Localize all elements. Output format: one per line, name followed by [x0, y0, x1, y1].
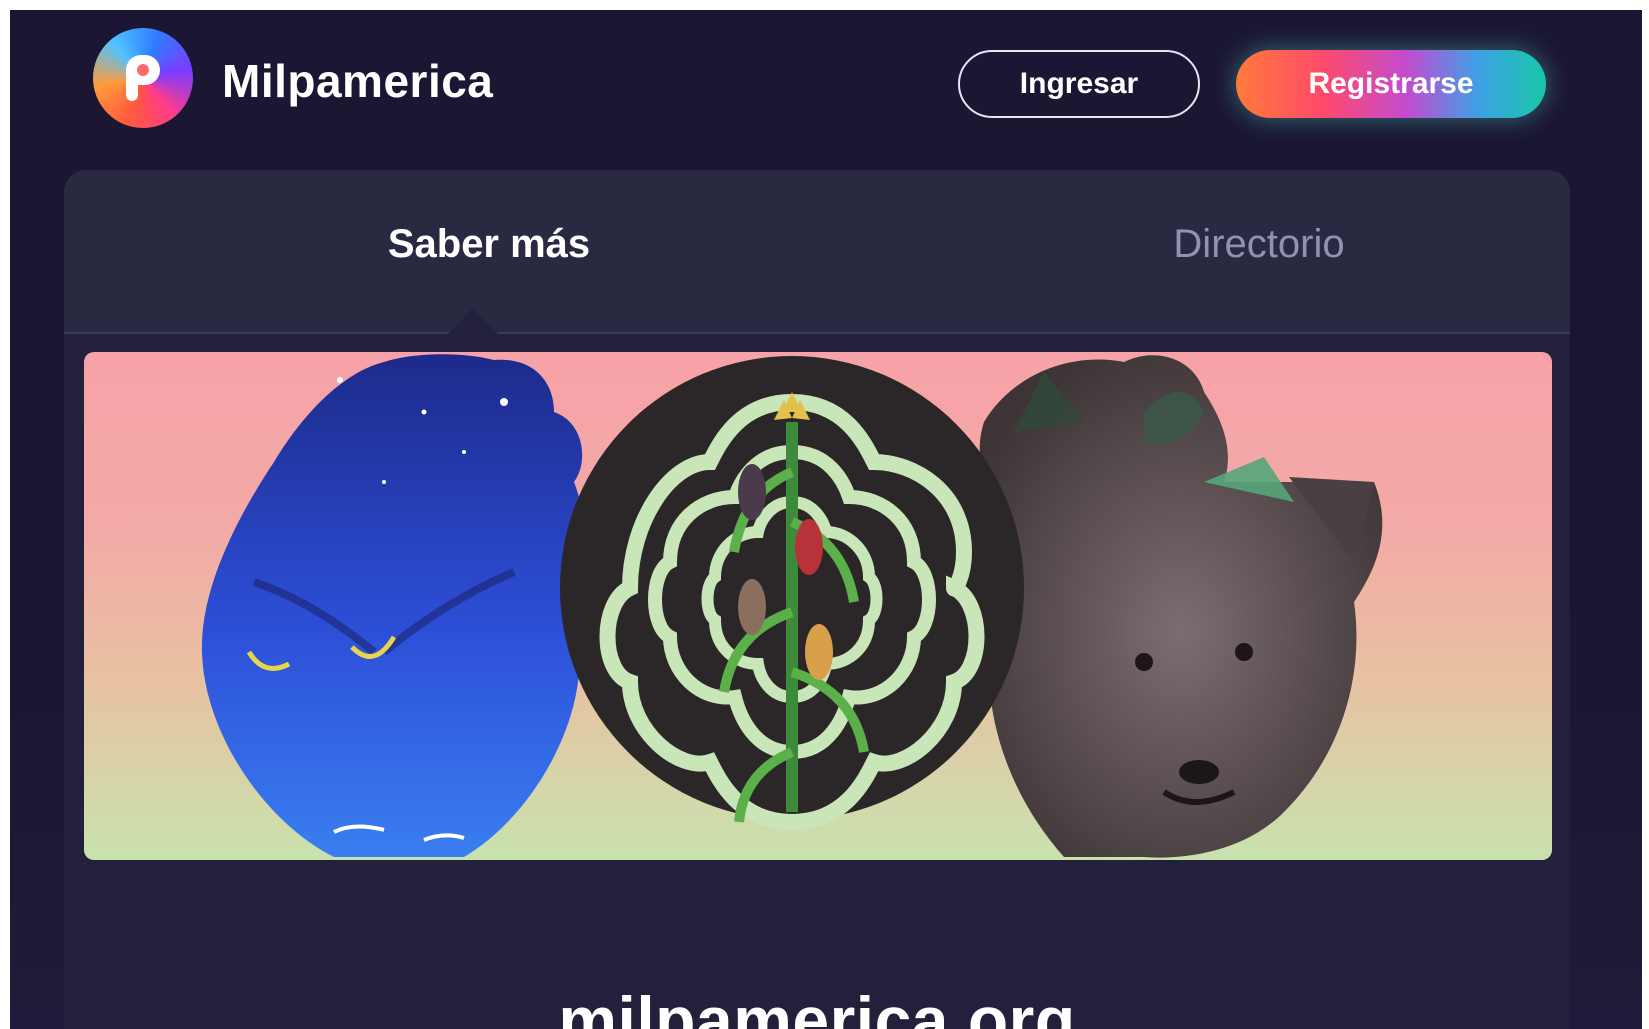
brand-logo-icon[interactable] [93, 28, 193, 128]
content-card: Saber más Directorio milpamerica.org [64, 170, 1570, 1029]
tab-saber-mas[interactable]: Saber más [64, 222, 914, 267]
tab-directorio[interactable]: Directorio [844, 222, 1570, 267]
active-tab-indicator [448, 308, 498, 334]
register-button[interactable]: Registrarse [1236, 50, 1546, 118]
brand-name[interactable]: Milpamerica [222, 54, 493, 108]
site-domain[interactable]: milpamerica.org [64, 982, 1570, 1029]
login-button[interactable]: Ingresar [958, 50, 1200, 118]
wolf-heart-illustration [979, 355, 1383, 858]
logo-letter-p [120, 55, 166, 101]
tab-bar: Saber más Directorio [64, 170, 1570, 334]
corn-medallion-illustration [560, 356, 1024, 831]
blue-heart-owl-illustration [201, 354, 586, 857]
app-window: Milpamerica Ingresar Registrarse Saber m… [10, 10, 1642, 1029]
hero-banner [84, 352, 1552, 860]
banner-illustration [201, 354, 1383, 858]
